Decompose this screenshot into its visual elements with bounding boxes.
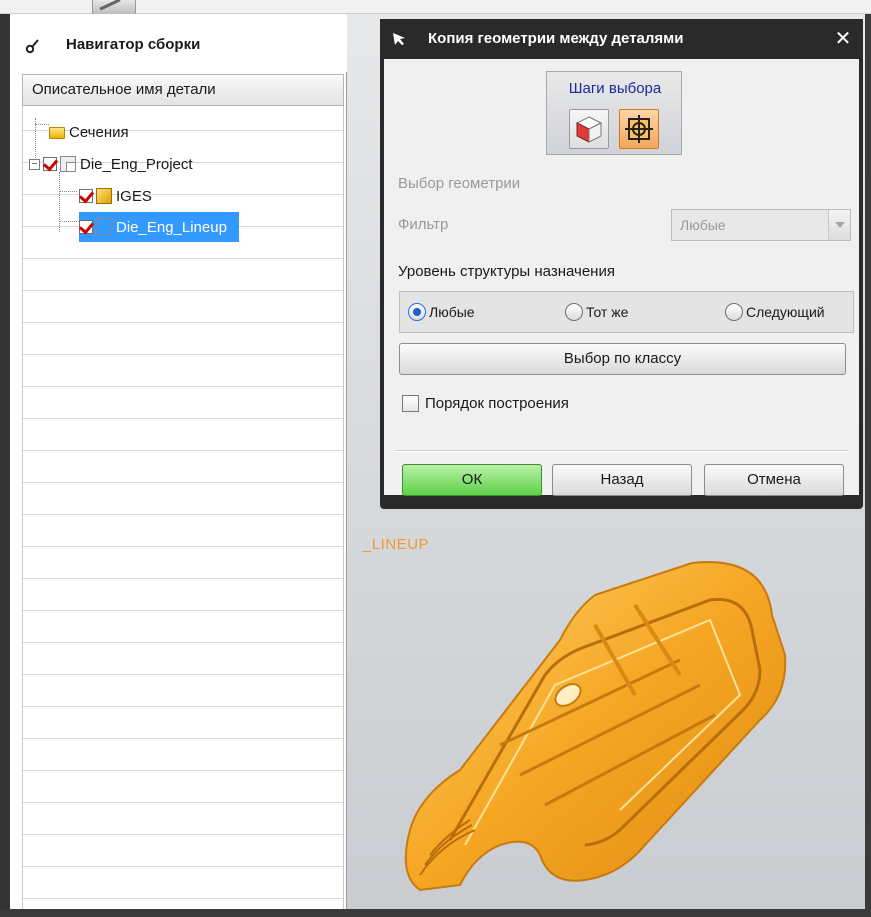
row-divider [23, 642, 343, 643]
step-select-body-button[interactable] [569, 109, 609, 149]
tree-item-label: IGES [116, 187, 152, 205]
chevron-down-icon[interactable] [828, 210, 850, 240]
select-geometry-label: Выбор геометрии [398, 175, 521, 192]
row-divider [23, 834, 343, 835]
tree-item-die-eng-lineup[interactable]: Die_Eng_Lineup [79, 212, 239, 242]
checkbox-box[interactable] [402, 395, 419, 412]
top-bar [0, 0, 871, 14]
filter-dropdown[interactable]: Любые [671, 209, 851, 241]
tree-item-label: Die_Eng_Project [80, 155, 193, 173]
bottom-border [0, 909, 871, 917]
assembly-navigator-panel: Навигатор сборки Описательное имя детали [10, 14, 347, 909]
tree-connector [59, 191, 77, 192]
radio-label: Следующий [746, 304, 825, 320]
row-divider [23, 482, 343, 483]
visibility-checkbox[interactable] [43, 157, 57, 171]
cancel-button[interactable]: Отмена [704, 464, 844, 496]
selection-steps-group: Шаги выбора [546, 71, 682, 155]
tree-item-sections[interactable]: Сечения [49, 120, 129, 144]
class-selection-button[interactable]: Выбор по классу [399, 343, 846, 375]
selection-steps-label: Шаги выбора [568, 80, 662, 97]
row-divider [23, 898, 343, 899]
row-divider [23, 450, 343, 451]
divider [394, 451, 849, 452]
filter-label: Фильтр [398, 216, 449, 233]
select-arrow-icon [393, 33, 405, 45]
row-divider [23, 290, 343, 291]
assembly-icon [60, 156, 76, 172]
tree-item-die-eng-project[interactable]: Die_Eng_Project [43, 152, 193, 176]
folder-icon [49, 127, 65, 139]
radio-label: Тот же [586, 304, 629, 320]
radio-any[interactable]: Любые [408, 302, 475, 322]
wireframe-part-icon [94, 219, 114, 235]
navigator-icon [25, 39, 39, 54]
row-divider [23, 738, 343, 739]
radio-icon [565, 303, 583, 321]
structure-level-label: Уровень структуры назначения [398, 263, 615, 280]
row-divider [23, 546, 343, 547]
visibility-checkbox[interactable] [79, 220, 93, 234]
column-header-part-name[interactable]: Описательное имя детали [22, 74, 344, 106]
dialog-title: Копия геометрии между деталями [428, 30, 684, 47]
filter-value: Любые [680, 217, 726, 233]
build-order-label: Порядок построения [425, 395, 569, 412]
part-icon [96, 188, 112, 204]
ok-button[interactable]: ОК [402, 464, 542, 496]
collapse-tab[interactable] [92, 0, 136, 14]
close-icon[interactable]: ✕ [833, 29, 853, 49]
target-grid-icon [625, 115, 653, 143]
step-select-target-button[interactable] [619, 109, 659, 149]
visibility-checkbox[interactable] [79, 189, 93, 203]
radio-label: Любые [429, 304, 475, 320]
row-divider [23, 578, 343, 579]
tree-connector [59, 221, 77, 222]
navigator-tree: − Сечения Die_Eng_Project IGES Die_Eng_L… [22, 106, 344, 909]
row-divider [23, 258, 343, 259]
row-divider [23, 802, 343, 803]
structure-level-radio-group: Любые Тот же Следующий [399, 291, 854, 333]
dialog-title-bar[interactable]: Копия геометрии между деталями ✕ [380, 19, 863, 61]
radio-same[interactable]: Тот же [565, 302, 628, 322]
radio-selected-icon [408, 303, 426, 321]
navigator-title: Навигатор сборки [66, 36, 201, 53]
radio-icon [725, 303, 743, 321]
dialog-body: Шаги выбора Выбор геометрии Фильтр Любые… [384, 59, 859, 496]
row-divider [23, 706, 343, 707]
left-border [0, 14, 10, 917]
copy-geometry-dialog: Копия геометрии между деталями ✕ Шаги вы… [380, 19, 863, 509]
row-divider [23, 354, 343, 355]
row-divider [23, 674, 343, 675]
tree-connector [35, 124, 49, 125]
row-divider [23, 322, 343, 323]
row-divider [23, 386, 343, 387]
radio-next[interactable]: Следующий [725, 302, 825, 322]
build-order-checkbox[interactable]: Порядок построения [402, 395, 569, 412]
row-divider [23, 194, 343, 195]
row-divider [23, 610, 343, 611]
row-divider [23, 418, 343, 419]
right-border [865, 14, 871, 917]
stamped-part-model[interactable] [380, 545, 800, 905]
tree-item-label: Die_Eng_Lineup [116, 218, 227, 236]
back-button[interactable]: Назад [552, 464, 692, 496]
collapse-toggle[interactable]: − [29, 159, 40, 170]
row-divider [23, 770, 343, 771]
row-divider [23, 514, 343, 515]
tree-item-iges[interactable]: IGES [79, 184, 152, 208]
cube-icon [575, 116, 603, 143]
navigator-header: Навигатор сборки [10, 14, 347, 72]
row-divider [23, 866, 343, 867]
tree-item-label: Сечения [69, 123, 129, 141]
tree-connector [59, 172, 60, 232]
